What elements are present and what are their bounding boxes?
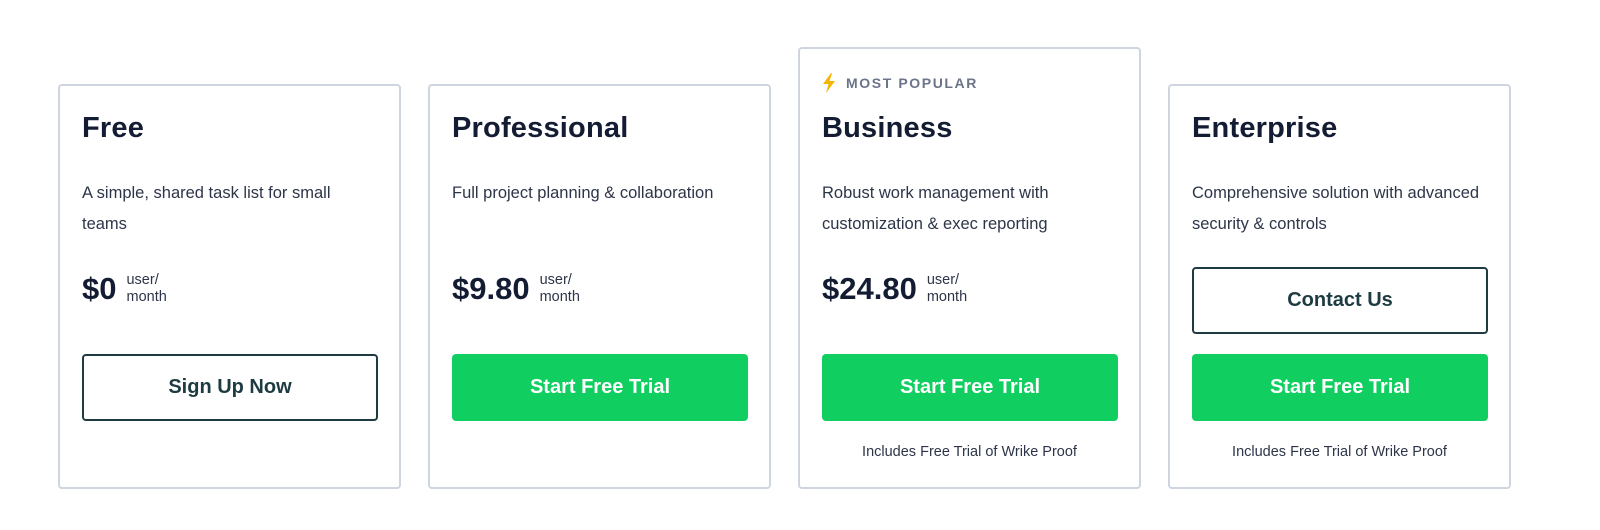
price-unit: user/ month: [126, 272, 167, 305]
start-free-trial-button[interactable]: Start Free Trial: [1192, 354, 1488, 421]
plan-name: Enterprise: [1192, 112, 1338, 144]
lightning-bolt-icon: [822, 73, 836, 93]
price-amount: $24.80: [822, 271, 917, 306]
plan-description: Full project planning & collaboration: [452, 184, 714, 202]
plan-description: Comprehensive solution with advanced sec…: [1192, 184, 1480, 233]
badge-label: MOST POPULAR: [846, 75, 978, 91]
plan-name: Free: [82, 112, 145, 144]
pricing-plans: Free A simple, shared task list for smal…: [0, 0, 1600, 530]
plan-card-business: MOST POPULAR Business Robust work manage…: [798, 47, 1141, 489]
contact-us-button[interactable]: Contact Us: [1192, 267, 1488, 334]
start-free-trial-button[interactable]: Start Free Trial: [822, 354, 1118, 421]
start-free-trial-button[interactable]: Start Free Trial: [452, 354, 748, 421]
plan-name: Business: [822, 112, 953, 144]
price-amount: $0: [82, 271, 117, 306]
most-popular-badge: MOST POPULAR: [822, 73, 978, 93]
plan-card-enterprise: Enterprise Comprehensive solution with a…: [1168, 84, 1511, 489]
plan-price: $24.80 user/ month: [822, 271, 987, 307]
trial-note: Includes Free Trial of Wrike Proof: [1232, 444, 1447, 460]
sign-up-now-button[interactable]: Sign Up Now: [82, 354, 378, 421]
plan-price: $0 user/ month: [82, 271, 186, 307]
plan-name: Professional: [452, 112, 629, 144]
plan-price: $9.80 user/ month: [452, 271, 600, 307]
price-unit: user/ month: [926, 272, 968, 305]
plan-description: Robust work management with customizatio…: [822, 184, 1049, 233]
plan-card-professional: Professional Full project planning & col…: [428, 84, 771, 489]
trial-note: Includes Free Trial of Wrike Proof: [862, 444, 1077, 460]
price-unit: user/ month: [539, 272, 580, 305]
plan-description: A simple, shared task list for small tea…: [82, 184, 331, 233]
plan-card-free: Free A simple, shared task list for smal…: [58, 84, 401, 489]
price-amount: $9.80: [452, 271, 530, 306]
